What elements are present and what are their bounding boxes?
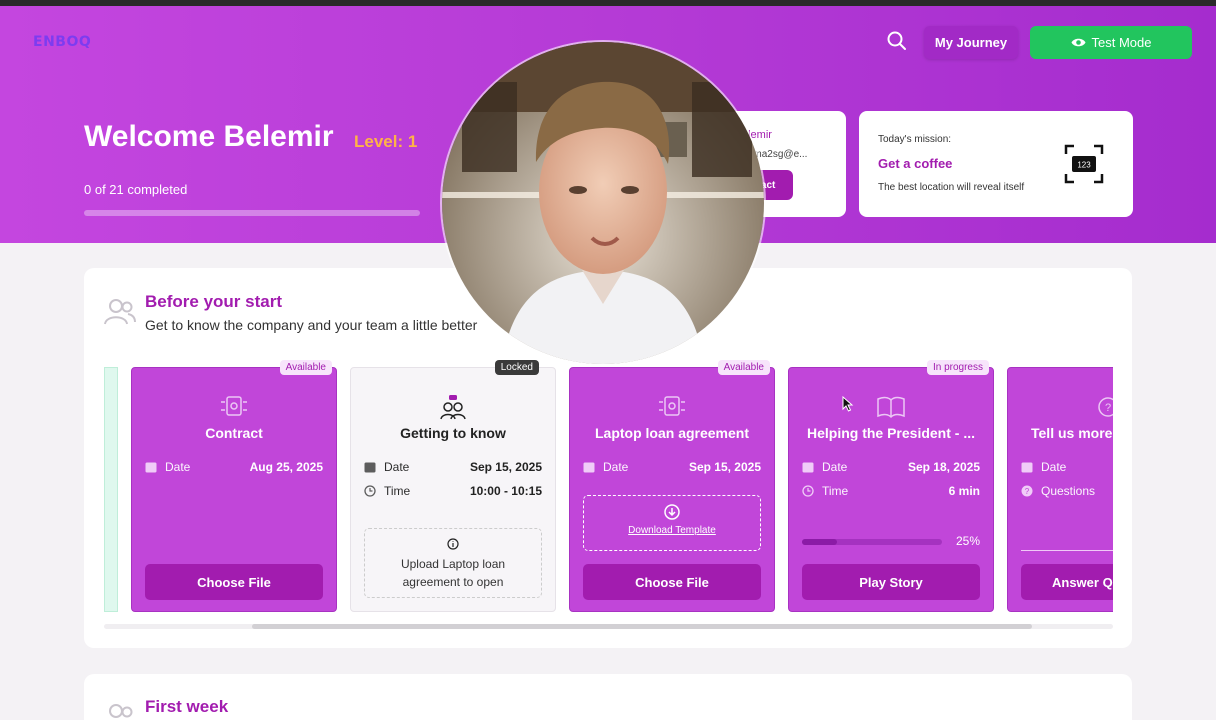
clock-icon — [364, 485, 376, 497]
calendar-icon — [802, 461, 814, 473]
completed-count: 0 of 21 completed — [84, 182, 188, 197]
choose-file-button[interactable]: Choose File — [145, 564, 323, 600]
question-icon: ? — [1093, 394, 1113, 420]
questions-row: ? Questions — [1021, 483, 1113, 499]
webcam-overlay — [442, 42, 764, 364]
document-icon — [219, 394, 249, 420]
people-chat-icon — [438, 394, 468, 420]
time-label: Time — [384, 484, 411, 498]
date-label: Date — [384, 460, 410, 474]
mouse-cursor — [842, 395, 854, 412]
date-value: Aug 25, 2025 — [249, 460, 323, 474]
first-week-panel — [84, 674, 1132, 720]
task-title: Laptop loan agreement — [594, 425, 750, 441]
date-row: Date Sep 15, 2025 — [583, 459, 761, 475]
task-card-laptop-loan[interactable]: Available Laptop loan agreement Date Sep… — [569, 360, 775, 612]
search-icon[interactable] — [884, 28, 910, 54]
calendar-icon — [145, 461, 157, 473]
calendar-icon — [583, 461, 595, 473]
book-icon — [876, 394, 906, 420]
date-row: Date — [1021, 459, 1113, 475]
clock-icon — [802, 485, 814, 497]
date-label: Date — [603, 460, 629, 474]
locked-message-box: Upload Laptop loan agreement to open — [364, 528, 542, 598]
date-row: Date Sep 15, 2025 — [364, 459, 542, 475]
my-journey-button[interactable]: My Journey — [924, 26, 1018, 59]
status-badge: Available — [279, 360, 332, 375]
mission-title: Get a coffee — [878, 156, 953, 171]
task-card-tell-us-more[interactable]: ? Tell us more Date ? Questions Answer Q — [1007, 367, 1113, 612]
task-title: Helping the President - ... — [806, 425, 976, 441]
welcome-heading: Welcome Belemir — [84, 120, 334, 153]
eye-icon — [1071, 38, 1085, 47]
people-icon — [103, 702, 137, 720]
task-card-helping-president[interactable]: In progress Helping the President - ... … — [788, 360, 994, 612]
date-value: Sep 18, 2025 — [907, 460, 980, 474]
section-title-before-start: Before your start — [145, 292, 282, 311]
test-mode-label: Test Mode — [1091, 35, 1152, 50]
carousel-scrollbar-thumb[interactable] — [252, 624, 1032, 629]
section-title-first-week: First week — [145, 697, 229, 716]
mission-subtitle: The best location will reveal itself — [878, 182, 1025, 193]
time-row: Time 10:00 - 10:15 — [364, 483, 542, 499]
date-row: Date Sep 18, 2025 — [802, 459, 980, 475]
qr-scan-icon[interactable]: 123 — [1064, 144, 1104, 184]
status-badge: In progress — [926, 360, 989, 375]
previous-card-edge[interactable] — [104, 367, 118, 612]
time-value: 10:00 - 10:15 — [469, 484, 542, 498]
download-icon — [584, 504, 760, 523]
help-circle-icon: ? — [1021, 485, 1033, 497]
svg-text:?: ? — [1105, 402, 1111, 414]
date-value: Sep 15, 2025 — [469, 460, 542, 474]
enboq-logo[interactable]: ENBOQ — [33, 34, 91, 50]
time-label: Time — [822, 484, 849, 498]
play-story-button[interactable]: Play Story — [802, 564, 980, 600]
choose-file-button[interactable]: Choose File — [583, 564, 761, 600]
task-title: Tell us more — [1031, 425, 1113, 441]
mission-label: Today's mission: — [878, 134, 952, 145]
task-card-getting-to-know[interactable]: Locked Getting to know Date Sep 15, 2025… — [350, 360, 556, 612]
section-subtitle-before-start: Get to know the company and your team a … — [145, 317, 478, 333]
test-mode-button[interactable]: Test Mode — [1030, 26, 1192, 59]
locked-message: Upload Laptop loan agreement to open — [400, 557, 506, 589]
task-card-contract[interactable]: Available Contract Date Aug 25, 2025 Cho… — [131, 360, 337, 612]
date-value: Sep 15, 2025 — [688, 460, 761, 474]
calendar-icon — [1021, 461, 1033, 473]
story-progress-bar — [802, 539, 942, 545]
answer-questions-button[interactable]: Answer Q — [1021, 564, 1113, 600]
document-icon — [657, 394, 687, 420]
story-progress-fill — [802, 539, 837, 545]
questions-label: Questions — [1041, 484, 1096, 498]
date-label: Date — [165, 460, 191, 474]
overall-progress-bar — [84, 210, 420, 216]
task-title: Contract — [205, 425, 263, 441]
divider — [1021, 550, 1113, 551]
task-title: Getting to know — [400, 425, 506, 441]
time-value: 6 min — [948, 484, 980, 498]
svg-text:?: ? — [1025, 487, 1030, 496]
status-badge: Available — [717, 360, 770, 375]
story-progress-percent: 25% — [955, 534, 980, 548]
people-icon — [103, 297, 137, 327]
date-label: Date — [1041, 460, 1067, 474]
calendar-icon — [364, 461, 376, 473]
tasks-carousel[interactable]: Available Contract Date Aug 25, 2025 Cho… — [104, 360, 1113, 622]
svg-text:123: 123 — [1077, 161, 1091, 170]
status-badge: Locked — [494, 360, 539, 375]
download-template-box[interactable]: Download Template — [583, 495, 761, 551]
info-icon — [365, 537, 541, 555]
time-row: Time 6 min — [802, 483, 980, 499]
date-label: Date — [822, 460, 848, 474]
level-badge: Level: 1 — [354, 132, 418, 151]
date-row: Date Aug 25, 2025 — [145, 459, 323, 475]
download-template-link[interactable]: Download Template — [584, 525, 760, 536]
